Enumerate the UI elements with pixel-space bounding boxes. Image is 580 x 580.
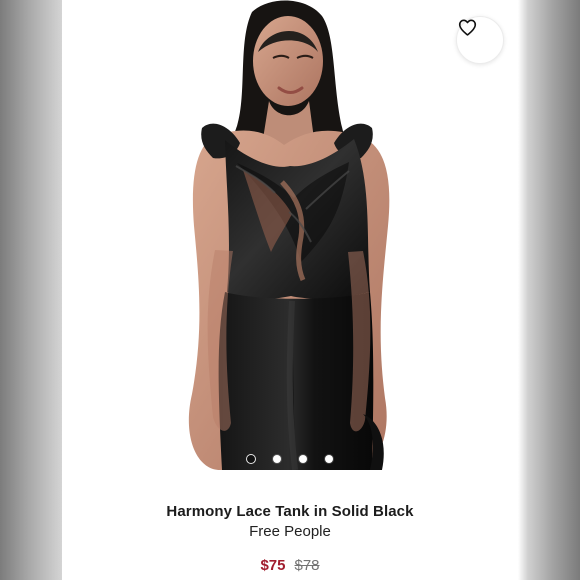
- sale-price: $75: [260, 557, 286, 574]
- carousel-dot[interactable]: [325, 455, 333, 463]
- product-title: Harmony Lace Tank in Solid Black: [166, 503, 414, 520]
- carousel-dot[interactable]: [273, 455, 281, 463]
- carousel-dot[interactable]: [299, 455, 307, 463]
- wishlist-button[interactable]: [456, 16, 504, 64]
- carousel-dot-active[interactable]: [247, 455, 255, 463]
- product-screenshot: Harmony Lace Tank in Solid Black Free Pe…: [0, 0, 580, 580]
- original-price: $78: [294, 557, 320, 574]
- product-brand: Free People: [249, 523, 331, 540]
- product-price-row: $75 $78: [62, 557, 518, 575]
- product-card: Harmony Lace Tank in Solid Black Free Pe…: [62, 0, 518, 580]
- model-wearing-black-lace-tank-image: [62, 0, 518, 470]
- image-carousel-dots: [62, 452, 518, 466]
- product-image[interactable]: [62, 0, 518, 470]
- heart-icon: [458, 19, 477, 36]
